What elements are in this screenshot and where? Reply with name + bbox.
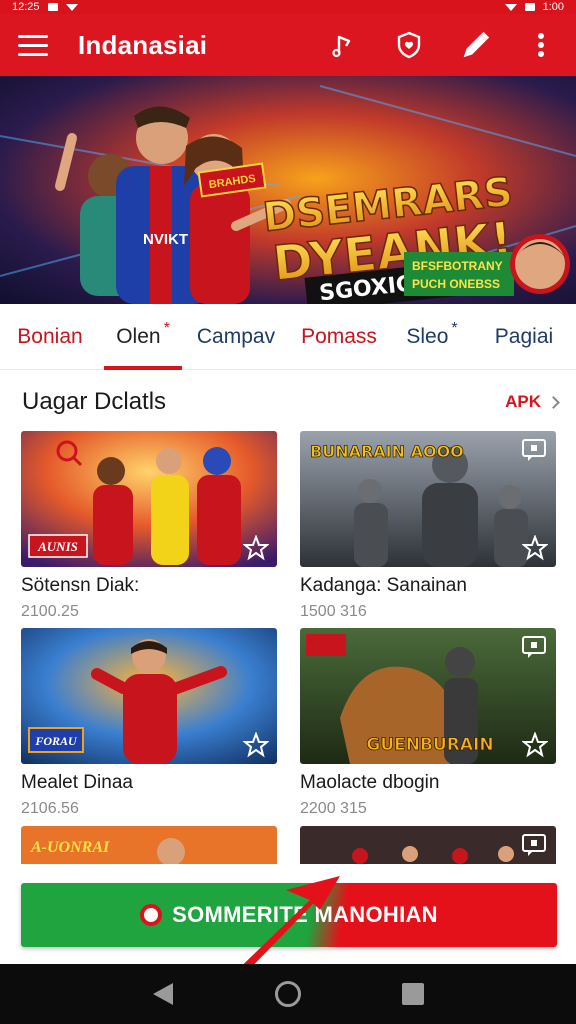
star-icon[interactable] [522, 732, 548, 758]
card-meta: 2100.25 [21, 603, 79, 620]
download-cta-button[interactable]: SOMMERITE MANOHIAN [21, 883, 557, 947]
section-title: Uagar Dclatls [22, 388, 167, 415]
section-header: Uagar Dclatls APK [22, 382, 560, 422]
music-note-icon[interactable] [326, 28, 360, 62]
card-thumbnail: AUNIS [21, 431, 277, 567]
banner-promo-line-2: PUCH ONEBSS [412, 277, 500, 291]
tab-sleo-mark: * [451, 319, 458, 337]
card-thumbnail: FORAU [21, 628, 277, 764]
battery-icon [524, 3, 535, 11]
star-icon[interactable] [243, 732, 269, 758]
card-meta: 1500 316 [300, 603, 367, 620]
card-badge: AUNIS [37, 539, 78, 554]
pencil-icon[interactable] [458, 28, 492, 62]
more-vert-icon[interactable] [524, 28, 558, 62]
nav-back-button[interactable] [143, 974, 183, 1014]
game-card[interactable]: FORAU Mealet Dinaa 2106.56 [21, 628, 277, 818]
card-thumbnail: GUENBURAIN [300, 628, 556, 764]
cta-label: SOMMERITE MANOHIAN [172, 902, 438, 927]
game-card[interactable]: GUENBURAIN Maolacte dbogin 2200 315 [300, 628, 556, 818]
tab-bonian[interactable]: Bonian [0, 304, 100, 370]
section-apk-link[interactable]: APK [505, 392, 560, 412]
tab-sleo[interactable]: Sleo * [392, 304, 472, 370]
card-badge: GUENBURAIN [366, 735, 493, 755]
banner-promo-line-1: BFSFBOTRANY [412, 259, 503, 273]
tab-pagiai[interactable]: Pagiai [472, 304, 576, 370]
chat-bubble-icon[interactable] [520, 634, 548, 660]
notification-icon [47, 3, 58, 11]
nav-home-button[interactable] [268, 974, 308, 1014]
card-meta: 2106.56 [21, 800, 79, 817]
banner-jersey-text: NVIKT [143, 231, 188, 248]
wifi-icon [65, 3, 78, 11]
card-badge: BUNARAIN AOOO [310, 442, 464, 461]
star-icon[interactable] [522, 535, 548, 561]
game-card[interactable]: AUNIS Sötensn Diak: 2100.25 [21, 431, 277, 621]
hamburger-menu-icon[interactable] [18, 28, 52, 62]
system-nav-bar [0, 964, 576, 1024]
back-triangle-icon [152, 983, 173, 1005]
cta-container: SOMMERITE MANOHIAN [0, 864, 576, 964]
card-title: Mealet Dinaa [21, 772, 133, 793]
app-bar: Indanasiai [0, 14, 576, 76]
home-circle-icon [274, 981, 301, 1007]
status-time: 12:25 [12, 1, 40, 13]
star-icon[interactable] [243, 535, 269, 561]
nav-recents-button[interactable] [393, 974, 433, 1014]
record-icon [140, 904, 163, 926]
hero-banner[interactable]: NVIKT BRAHDS DSEMRARS DYEANK! SGOXICBS B… [0, 76, 576, 304]
card-title: Maolacte dbogin [300, 772, 440, 793]
recents-square-icon [402, 983, 425, 1005]
status-battery-text: 1:00 [542, 1, 564, 13]
card-badge: FORAU [34, 734, 78, 748]
card-meta: 2200 315 [300, 800, 367, 817]
card-thumbnail: BUNARAIN AOOO [300, 431, 556, 567]
status-bar: 12:25 1:00 [0, 0, 576, 14]
category-tabs: Bonian Olen * Campav Pomass Sleo * Pagiai [0, 304, 576, 370]
signal-icon [504, 3, 517, 11]
chevron-right-icon [547, 395, 560, 409]
card-badge: A-UONRAI [30, 839, 110, 856]
tab-campav[interactable]: Campav [186, 304, 286, 370]
tab-olen[interactable]: Olen * [100, 304, 186, 370]
app-title: Indanasiai [78, 29, 208, 60]
card-title: Kadanga: Sanainan [300, 575, 467, 596]
shield-heart-icon[interactable] [392, 28, 426, 62]
chat-bubble-icon[interactable] [520, 832, 548, 858]
tab-pomass[interactable]: Pomass [286, 304, 392, 370]
card-title: Sötensn Diak: [21, 575, 140, 596]
game-card[interactable]: BUNARAIN AOOO Kadanga: Sanainan 1500 316 [300, 431, 556, 621]
chat-bubble-icon[interactable] [520, 437, 548, 463]
tab-olen-mark: * [163, 319, 170, 337]
